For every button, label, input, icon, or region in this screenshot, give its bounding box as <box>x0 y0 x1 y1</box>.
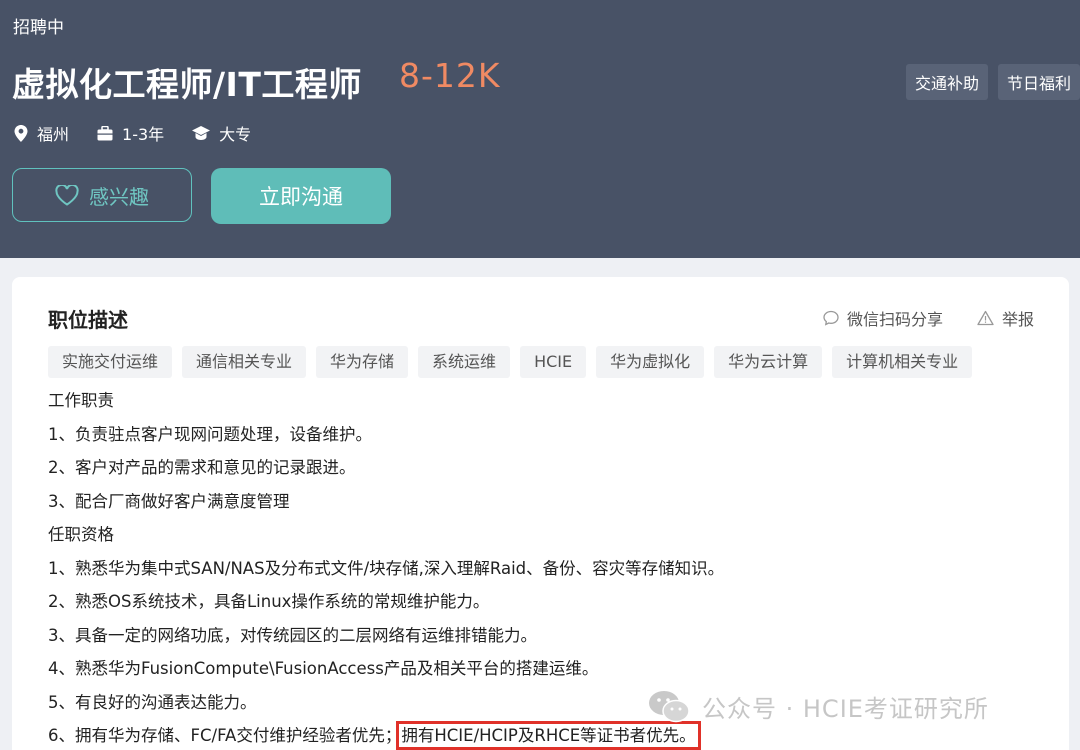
description-line: 1、负责驻点客户现网问题处理，设备维护。 <box>48 424 372 444</box>
job-description-text: 工作职责 1、负责驻点客户现网问题处理，设备维护。 2、客户对产品的需求和意见的… <box>48 384 724 750</box>
meta-education: 大专 <box>192 121 251 145</box>
job-meta: 福州 1-3年 大专 <box>14 121 279 145</box>
benefit-tag: 节日福利 <box>997 64 1080 100</box>
skill-tag[interactable]: 计算机相关专业 <box>832 346 973 378</box>
interest-button[interactable]: 感兴趣 <box>12 168 192 222</box>
section-title: 职位描述 <box>48 308 128 332</box>
section-heading-requirements: 任职资格 <box>48 525 114 544</box>
watermark-text: 公众号 · HCIE考证研究所 <box>702 695 989 723</box>
benefit-tags: 交通补助 节日福利 <box>905 64 1080 100</box>
city-label: 福州 <box>37 125 70 144</box>
report-link[interactable]: 举报 <box>977 306 1034 330</box>
skill-tag[interactable]: 华为云计算 <box>714 346 823 378</box>
description-line: 4、熟悉华为FusionCompute\FusionAccess产品及相关平台的… <box>48 659 599 678</box>
description-line: 2、客户对产品的需求和意见的记录跟进。 <box>48 458 356 477</box>
location-pin-icon <box>14 124 28 142</box>
warning-triangle-icon <box>977 310 994 326</box>
salary: 8-12K <box>399 56 501 95</box>
watermark: 公众号 · HCIE考证研究所 <box>648 689 989 724</box>
briefcase-icon <box>97 125 113 140</box>
wechat-share-link[interactable]: 微信扫码分享 <box>823 306 943 330</box>
benefit-tag: 交通补助 <box>905 64 988 100</box>
description-line: 1、熟悉华为集中式SAN/NAS及分布式文件/块存储,深入理解Raid、备份、容… <box>48 558 725 578</box>
skill-tag[interactable]: HCIE <box>520 346 587 378</box>
job-header: 招聘中 虚拟化工程师/IT工程师 8-12K 交通补助 节日福利 福州 1-3年… <box>0 0 1080 258</box>
highlighted-text: 拥有HCIE/HCIP及RHCE等证书者优先。 <box>396 721 701 750</box>
job-description-card: 职位描述 微信扫码分享 举报 实施交付运维 通信相关专业 华为存储 系统运维 H… <box>12 277 1069 750</box>
description-line: 6、拥有华为存储、FC/FA交付维护经验者优先；拥有HCIE/HCIP及RHCE… <box>48 719 724 750</box>
description-line: 5、有良好的沟通表达能力。 <box>48 692 257 712</box>
skill-tag[interactable]: 通信相关专业 <box>182 346 307 378</box>
education-label: 大专 <box>219 125 252 144</box>
chat-bubble-icon <box>823 310 839 326</box>
report-label: 举报 <box>1001 310 1034 329</box>
chat-now-button[interactable]: 立即沟通 <box>211 168 391 224</box>
heart-icon <box>55 184 79 206</box>
meta-experience: 1-3年 <box>97 121 164 145</box>
card-actions: 微信扫码分享 举报 <box>789 306 1034 330</box>
experience-label: 1-3年 <box>122 125 165 144</box>
section-heading-duties: 工作职责 <box>48 391 114 410</box>
description-line: 3、配合厂商做好客户满意度管理 <box>48 491 290 511</box>
skill-tag[interactable]: 华为存储 <box>316 346 409 378</box>
skill-tag[interactable]: 系统运维 <box>418 346 511 378</box>
interest-label: 感兴趣 <box>89 184 149 209</box>
description-line-start: 6、拥有华为存储、FC/FA交付维护经验者优先； <box>48 726 402 745</box>
skill-tag[interactable]: 实施交付运维 <box>48 346 173 378</box>
description-line: 2、熟悉OS系统技术，具备Linux操作系统的常规维护能力。 <box>48 592 490 611</box>
job-title: 虚拟化工程师/IT工程师 <box>12 65 362 104</box>
description-line: 3、具备一定的网络功底，对传统园区的二层网络有运维排错能力。 <box>48 625 537 645</box>
skill-tag[interactable]: 华为虚拟化 <box>596 346 705 378</box>
meta-city: 福州 <box>14 121 69 145</box>
skill-tags: 实施交付运维 通信相关专业 华为存储 系统运维 HCIE 华为虚拟化 华为云计算… <box>48 346 973 378</box>
recruiting-status: 招聘中 <box>13 18 64 38</box>
share-label: 微信扫码分享 <box>846 310 943 329</box>
graduation-cap-icon <box>192 125 211 140</box>
wechat-logo-icon <box>649 690 690 722</box>
